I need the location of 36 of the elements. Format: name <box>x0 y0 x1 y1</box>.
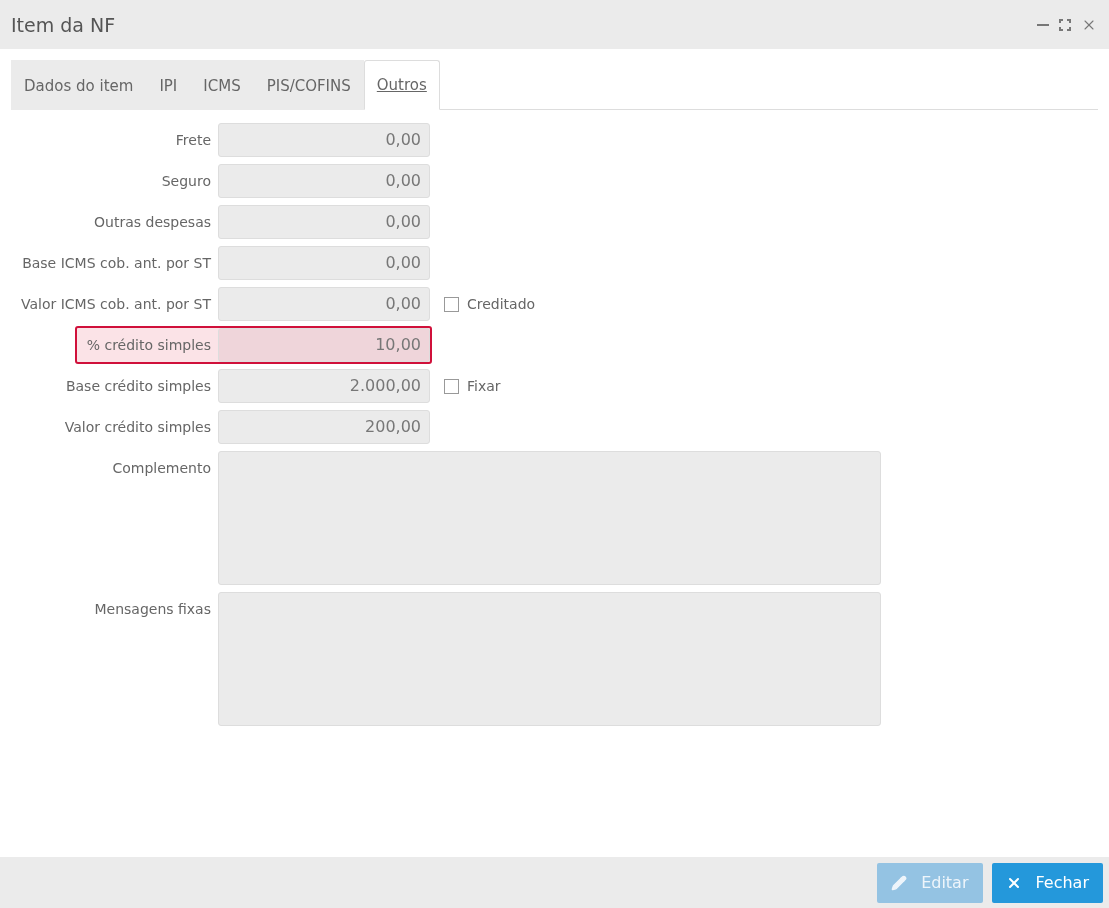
pencil-icon <box>891 874 908 891</box>
input-field[interactable]: 0,00 <box>218 205 430 239</box>
field-label: Seguro <box>160 172 212 191</box>
input-field[interactable]: 0,00 <box>218 246 430 280</box>
tab[interactable]: Outros <box>363 60 440 110</box>
field-label: Base crédito simples <box>64 377 212 396</box>
field-label: Outras despesas <box>93 213 212 232</box>
close-dialog-button[interactable]: Fechar <box>991 862 1103 903</box>
maximize-button[interactable] <box>1059 18 1071 31</box>
field-label: Base ICMS cob. ant. por ST <box>21 254 212 273</box>
minimize-button[interactable] <box>1037 23 1049 26</box>
window-title: Item da NF <box>11 13 117 36</box>
field-label: Frete <box>174 131 212 150</box>
tab[interactable]: IPI <box>146 60 191 110</box>
input-field[interactable]: 0,00 <box>218 123 430 157</box>
tab[interactable]: ICMS <box>190 60 254 110</box>
input-field[interactable]: 200,00 <box>218 410 430 444</box>
field-label: % crédito simples <box>85 336 212 355</box>
tab[interactable]: Dados do item <box>11 60 147 110</box>
minimize-icon <box>1037 23 1049 26</box>
input-field[interactable]: 10,00 <box>218 328 430 362</box>
input-field[interactable]: 2.000,00 <box>218 369 430 403</box>
field-label: Mensagens fixas <box>93 600 212 619</box>
field-label: Complemento <box>111 459 212 478</box>
checkbox-icon[interactable] <box>444 296 459 312</box>
checkbox-label: Creditado <box>467 296 536 312</box>
input-field[interactable]: 0,00 <box>218 287 430 321</box>
checkbox-label: Fixar <box>467 378 501 394</box>
field-label: Valor crédito simples <box>63 418 212 437</box>
checkbox[interactable]: Fixar <box>444 369 501 403</box>
checkbox[interactable]: Creditado <box>444 287 536 321</box>
field-label: Valor ICMS cob. ant. por ST <box>19 295 212 314</box>
checkbox-icon[interactable] <box>444 378 459 394</box>
input-field[interactable]: 0,00 <box>218 164 430 198</box>
tab[interactable]: PIS/COFINS <box>253 60 364 110</box>
maximize-icon <box>1059 18 1071 31</box>
